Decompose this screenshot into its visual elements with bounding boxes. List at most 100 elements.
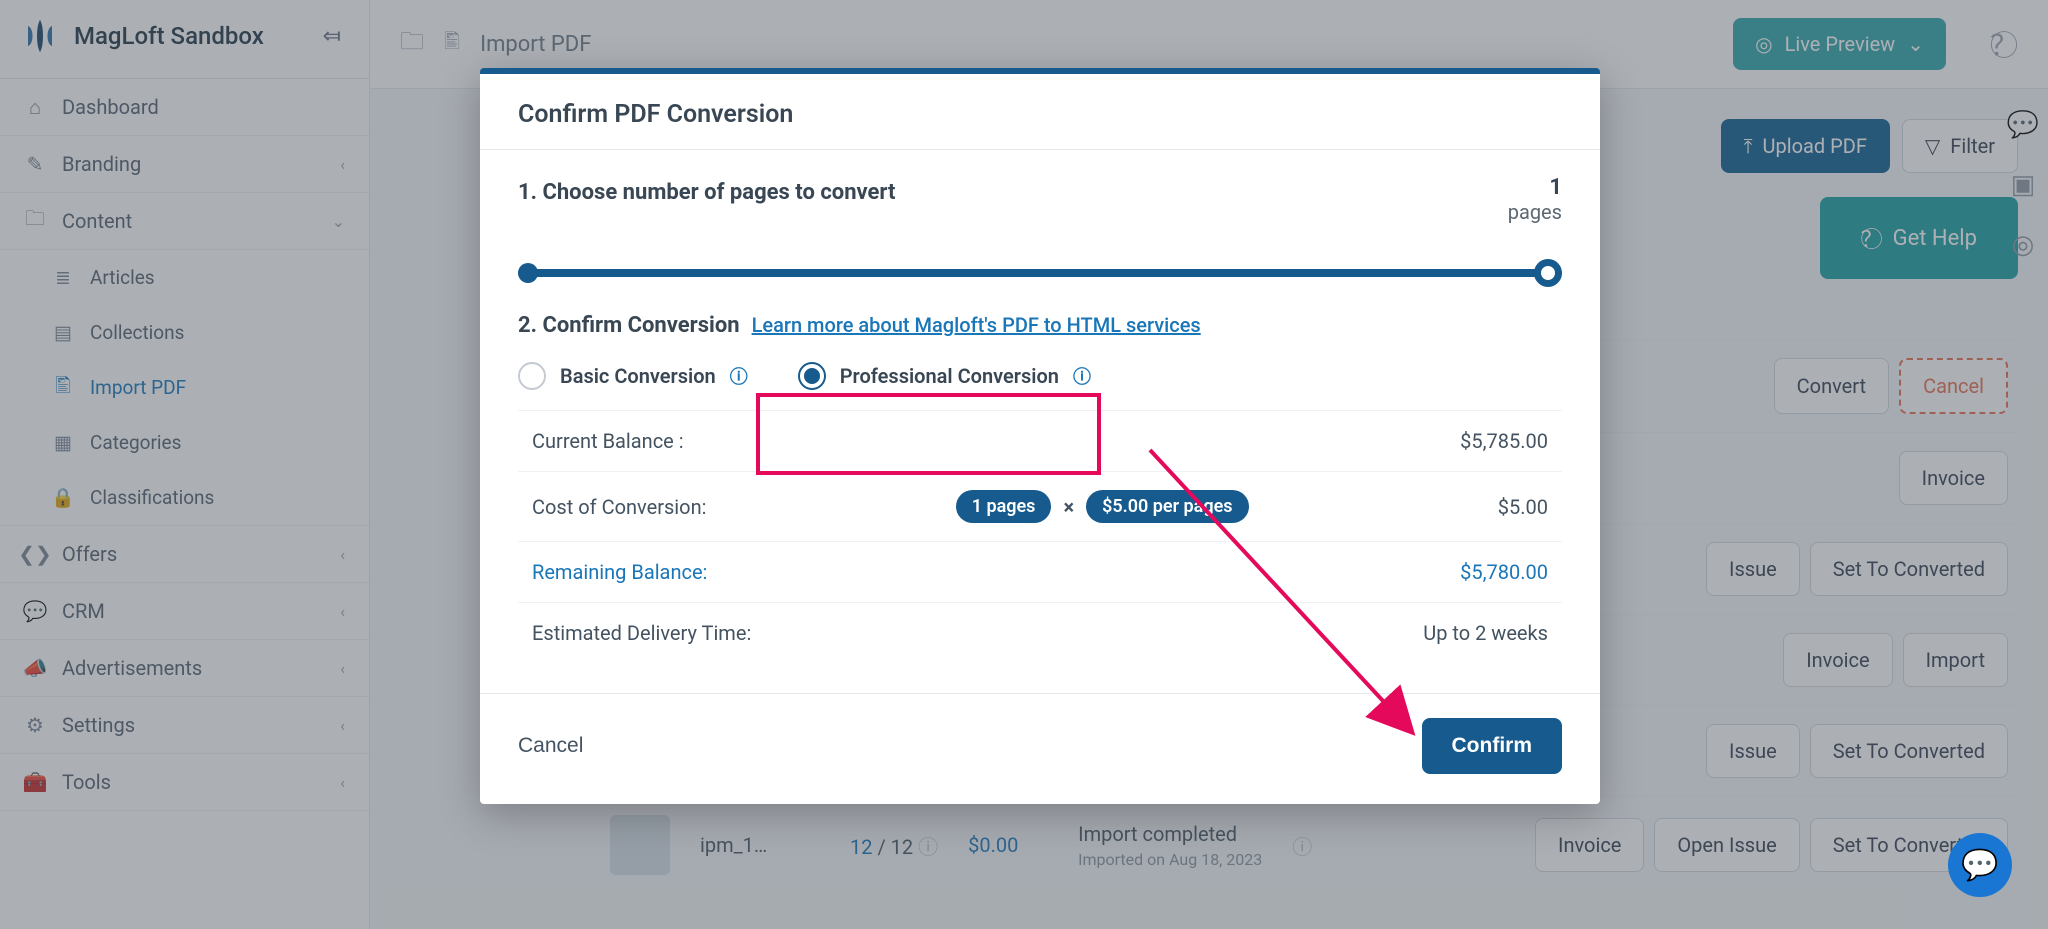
issue-button[interactable]: Issue	[1706, 542, 1800, 596]
collapse-icon[interactable]: ⤆	[323, 24, 341, 49]
sidebar-header: MagLoft Sandbox ⤆	[0, 0, 369, 79]
basic-conversion-radio[interactable]: Basic Conversion ⓘ	[518, 362, 748, 390]
sidebar-item-content[interactable]: 🗀 Content ⌄	[0, 193, 369, 250]
button-label: Get Help	[1893, 226, 1977, 251]
thumbnail	[610, 815, 670, 875]
cost-value: $5.00	[1498, 495, 1548, 519]
stack-icon: ▤	[52, 322, 74, 344]
learn-more-link[interactable]: Learn more about Magloft's PDF to HTML s…	[752, 313, 1201, 337]
sidebar-item-label: Classifications	[90, 486, 214, 509]
sidebar-item-collections[interactable]: ▤ Collections	[0, 305, 369, 360]
invoice-button[interactable]: Invoice	[1899, 451, 2008, 505]
current-balance-row: Current Balance : $5,785.00	[518, 410, 1562, 471]
right-toolbar: 💬 ▣ ◎	[1998, 94, 2048, 260]
sidebar-item-tools[interactable]: 🧰 Tools ‹	[0, 754, 369, 811]
slider-value: 1 pages	[1508, 175, 1562, 224]
breadcrumb: Import PDF	[480, 32, 591, 57]
sidebar-item-advertisements[interactable]: 📣 Advertisements ‹	[0, 640, 369, 697]
invoice-button[interactable]: Invoice	[1783, 633, 1892, 687]
logo	[22, 18, 58, 54]
brand-name: MagLoft Sandbox	[74, 22, 264, 50]
step-1-heading: 1. Choose number of pages to convert	[518, 180, 1562, 205]
info-icon[interactable]: ⓘ	[918, 835, 938, 859]
info-icon[interactable]: ⓘ	[1073, 363, 1091, 389]
live-preview-label: Live Preview	[1785, 32, 1896, 56]
grid-icon: ▦	[52, 432, 74, 454]
help-icon[interactable]: ？⃝	[1990, 24, 2018, 64]
sidebar: MagLoft Sandbox ⤆ ⌂ Dashboard ✎ Branding…	[0, 0, 370, 929]
chat-icon: 💬	[1961, 848, 1998, 883]
chevron-down-icon: ⌄	[332, 212, 345, 231]
sidebar-item-classifications[interactable]: 🔒 Classifications	[0, 470, 369, 526]
convert-button[interactable]: Convert	[1774, 358, 1889, 414]
chat-icon: 💬	[24, 600, 46, 622]
chevron-left-icon: ‹	[340, 773, 345, 792]
sidebar-item-label: CRM	[62, 599, 105, 623]
eta-row: Estimated Delivery Time: Up to 2 weeks	[518, 602, 1562, 663]
set-converted-button[interactable]: Set To Converted	[1810, 542, 2008, 596]
tools-icon: 🧰	[24, 771, 46, 793]
confirm-button[interactable]: Confirm	[1422, 718, 1563, 774]
target-icon[interactable]: ◎	[2012, 230, 2035, 260]
code-icon: ❮❯	[24, 543, 46, 565]
sidebar-item-label: Articles	[90, 266, 155, 289]
confirm-pdf-modal: Confirm PDF Conversion 1. Choose number …	[480, 68, 1600, 804]
sidebar-item-import-pdf[interactable]: 🖺 Import PDF	[0, 360, 369, 415]
remaining-balance-row: Remaining Balance: $5,780.00	[518, 541, 1562, 602]
button-label: Upload PDF	[1763, 134, 1867, 158]
sidebar-item-branding[interactable]: ✎ Branding ‹	[0, 136, 369, 193]
slider-handle[interactable]	[1534, 259, 1562, 287]
cancel-button[interactable]: Cancel	[518, 734, 583, 758]
megaphone-icon: 📣	[24, 657, 46, 679]
info-icon[interactable]: ⓘ	[1292, 831, 1312, 860]
upload-pdf-button[interactable]: ⤒ Upload PDF	[1721, 119, 1890, 173]
eye-icon: ◎	[1755, 32, 1772, 56]
status: Import completed Imported on Aug 18, 202…	[1078, 822, 1262, 869]
folder-icon[interactable]: 🗀	[400, 24, 424, 65]
sidebar-item-label: Categories	[90, 431, 181, 454]
help-icon: ？⃝	[1861, 222, 1883, 254]
current-balance-value: $5,785.00	[1460, 429, 1548, 453]
price-pill: $5.00 per pages	[1086, 490, 1248, 523]
remaining-balance-value: $5,780.00	[1460, 560, 1548, 584]
open-issue-button[interactable]: Open Issue	[1654, 818, 1799, 872]
sidebar-item-label: Tools	[62, 770, 111, 794]
modal-title: Confirm PDF Conversion	[480, 74, 1600, 149]
sidebar-item-categories[interactable]: ▦ Categories	[0, 415, 369, 470]
sidebar-item-label: Content	[62, 209, 132, 233]
lock-icon: 🔒	[52, 487, 74, 509]
brush-icon: ✎	[24, 153, 46, 175]
sidebar-item-label: Settings	[62, 713, 135, 737]
sidebar-item-label: Branding	[62, 152, 141, 176]
pdf-icon: 🖺	[444, 27, 460, 61]
sidebar-item-label: Import PDF	[90, 376, 186, 399]
professional-conversion-radio[interactable]: Professional Conversion ⓘ	[798, 362, 1091, 390]
chat-icon[interactable]: 💬	[2007, 110, 2039, 140]
info-icon[interactable]: ⓘ	[730, 363, 748, 389]
intercom-fab[interactable]: 💬	[1948, 833, 2012, 897]
cost-conversion-row: Cost of Conversion: 1 pages × $5.00 per …	[518, 471, 1562, 541]
pages-pill: 1 pages	[956, 490, 1052, 523]
sidebar-item-articles[interactable]: ≣ Articles	[0, 250, 369, 305]
modal-footer: Cancel Confirm	[480, 694, 1600, 804]
folder-icon: 🗀	[24, 210, 46, 232]
sidebar-item-label: Advertisements	[62, 656, 202, 680]
live-preview-button[interactable]: ◎ Live Preview ⌄	[1733, 18, 1946, 70]
import-button[interactable]: Import	[1903, 633, 2008, 687]
amount: $0.00	[968, 833, 1048, 857]
home-icon: ⌂	[24, 96, 46, 118]
chevron-left-icon: ‹	[340, 602, 345, 621]
chevron-down-icon: ⌄	[1907, 32, 1924, 56]
cancel-button[interactable]: Cancel	[1899, 358, 2008, 414]
sidebar-item-crm[interactable]: 💬 CRM ‹	[0, 583, 369, 640]
issue-button[interactable]: Issue	[1706, 724, 1800, 778]
pages-slider[interactable]: 1 pages	[518, 229, 1562, 277]
sidebar-item-settings[interactable]: ⚙ Settings ‹	[0, 697, 369, 754]
sidebar-item-dashboard[interactable]: ⌂ Dashboard	[0, 79, 369, 136]
set-converted-button[interactable]: Set To Converted	[1810, 724, 2008, 778]
get-help-button[interactable]: ？⃝ Get Help	[1820, 197, 2018, 279]
discord-icon[interactable]: ▣	[2011, 170, 2036, 200]
invoice-button[interactable]: Invoice	[1535, 818, 1644, 872]
radio-icon	[518, 362, 546, 390]
sidebar-item-offers[interactable]: ❮❯ Offers ‹	[0, 526, 369, 583]
